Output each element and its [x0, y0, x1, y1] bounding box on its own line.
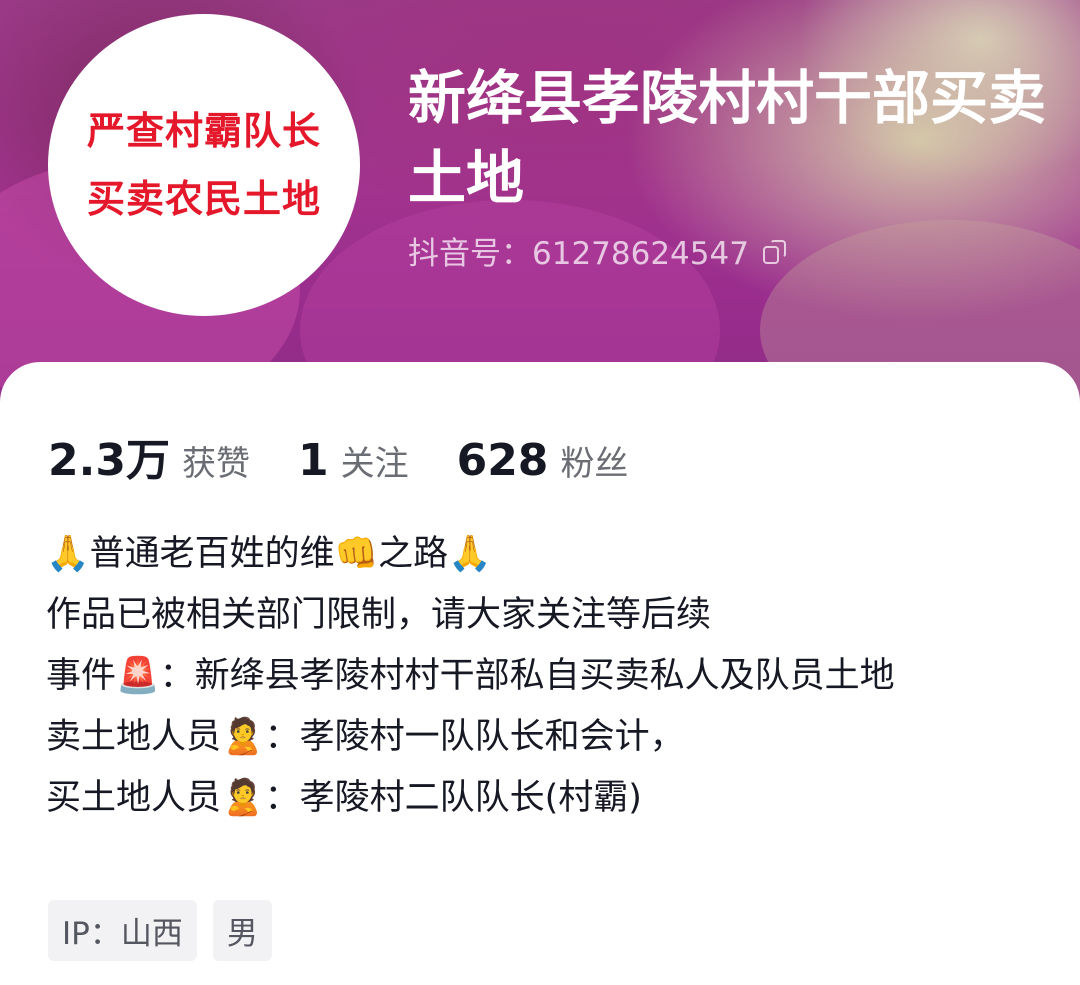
stats-row: 2.3万 获赞 1 关注 628 粉丝 [48, 424, 676, 488]
bio-line: 作品已被相关部门限制，请大家关注等后续 [46, 595, 712, 635]
gender-tag: 男 [212, 900, 272, 961]
likes-count: 2.3万 [48, 435, 170, 486]
following-count: 1 [297, 435, 329, 486]
profile-info-card: 2.3万 获赞 1 关注 628 粉丝 🙏普通老百姓的维👊之路🙏 作品已被相关部… [0, 362, 1080, 985]
bio: 🙏普通老百姓的维👊之路🙏 作品已被相关部门限制，请大家关注等后续 事件🚨：新绛县… [46, 524, 1036, 829]
followers-count: 628 [456, 435, 549, 486]
likes-label: 获赞 [181, 444, 250, 484]
avatar[interactable]: 严查村霸队长 买卖农民土地 [48, 14, 360, 316]
following-label: 关注 [340, 444, 409, 484]
bio-line: 事件🚨：新绛县孝陵村村干部私自买卖私人及队员土地 [46, 656, 895, 696]
avatar-text-line1: 严查村霸队长 [86, 109, 321, 153]
profile-banner: 严查村霸队长 买卖农民土地 新绛县孝陵村村干部买卖土地 抖音号：61278624… [0, 0, 1080, 420]
bio-line: 🙏普通老百姓的维👊之路🙏 [46, 534, 492, 574]
copy-icon[interactable] [762, 239, 786, 264]
bio-line: 买土地人员🙎：孝陵村二队队长(村霸) [46, 778, 642, 818]
douyin-id-text: 抖音号：61278624547 [408, 236, 749, 272]
douyin-id[interactable]: 抖音号：61278624547 [408, 228, 786, 273]
bio-line: 卖土地人员🙎：孝陵村一队队长和会计， [46, 717, 685, 757]
display-name: 新绛县孝陵村村干部买卖土地 [408, 64, 1047, 212]
avatar-text-line2: 买卖农民土地 [86, 177, 321, 221]
stat-following[interactable]: 1 关注 [298, 435, 409, 486]
stat-followers[interactable]: 628 粉丝 [457, 435, 629, 486]
ip-location-tag: IP：山西 [48, 900, 197, 961]
followers-label: 粉丝 [560, 444, 629, 484]
stat-likes[interactable]: 2.3万 获赞 [48, 424, 250, 488]
profile-tags: IP：山西 男 [48, 900, 272, 961]
